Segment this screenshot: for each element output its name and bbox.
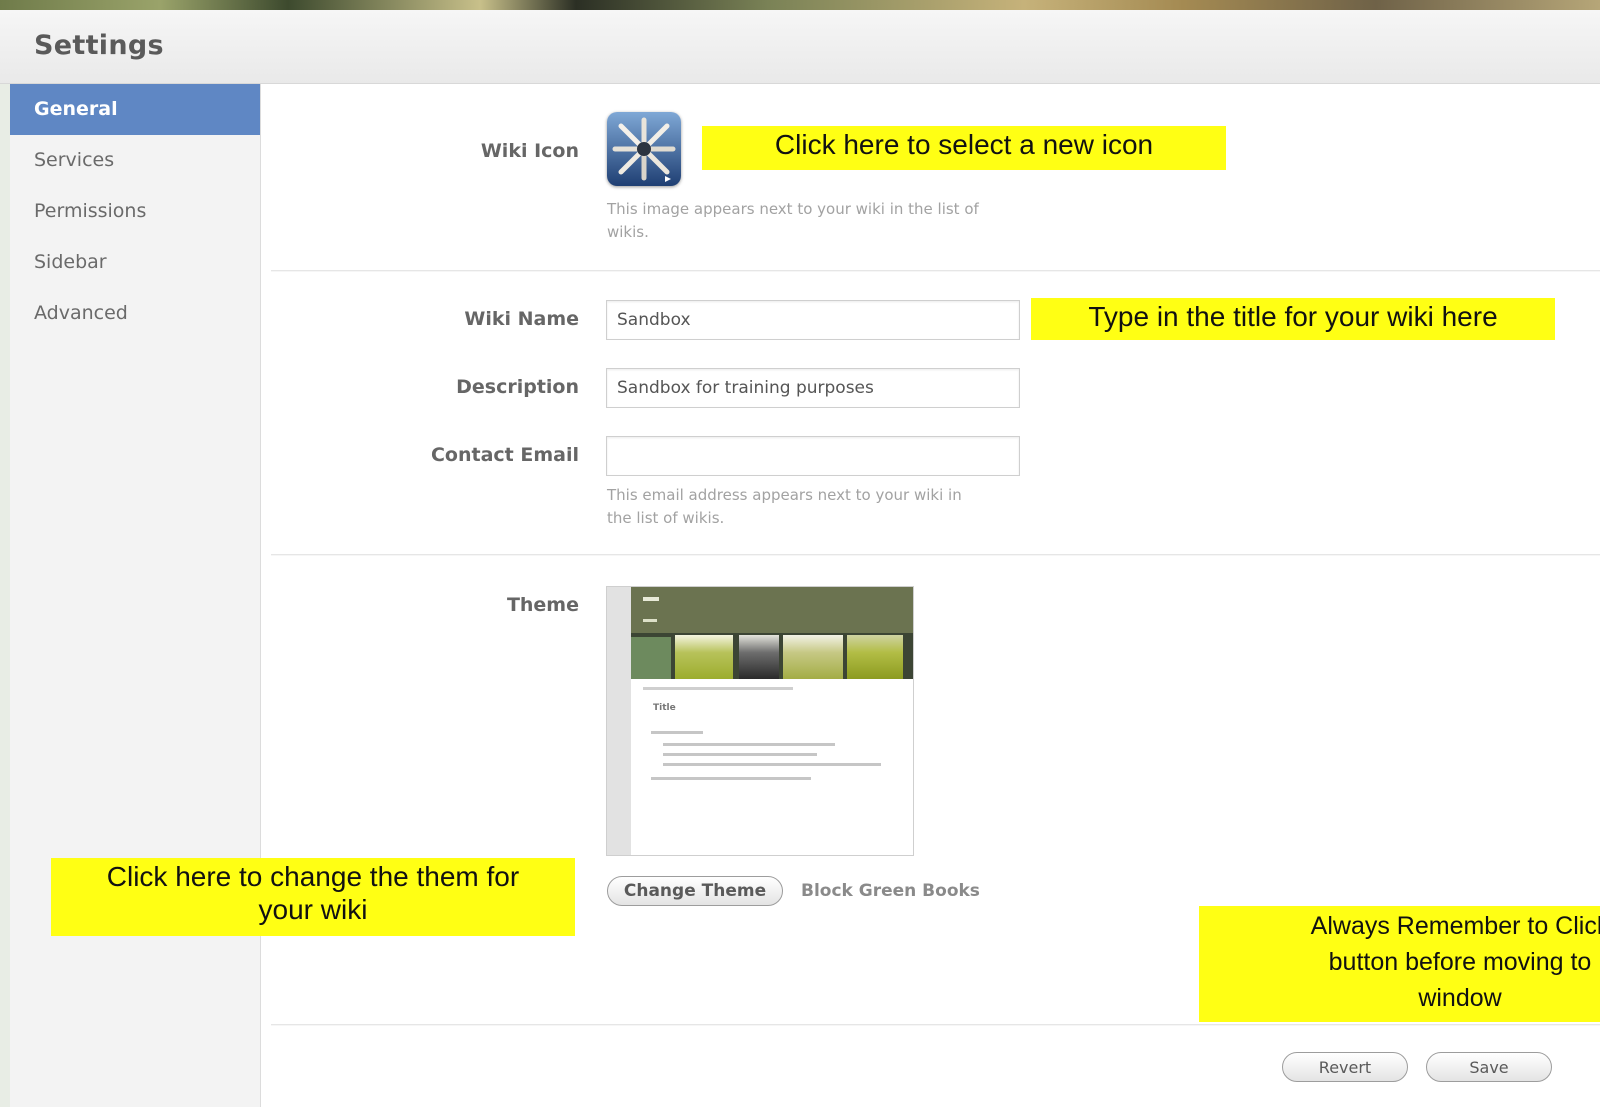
section-divider [271, 1024, 1600, 1026]
theme-preview-sidebar [607, 587, 631, 855]
wiki-name-field[interactable] [606, 300, 1020, 340]
left-edge [0, 84, 10, 1107]
wiki-icon-label: Wiki Icon [480, 140, 579, 162]
settings-sidebar: General Services Permissions Sidebar Adv… [10, 84, 261, 1107]
sidebar-item-general[interactable]: General [10, 84, 260, 135]
revert-button[interactable]: Revert [1282, 1052, 1408, 1082]
contact-email-field[interactable] [606, 436, 1020, 476]
section-divider [271, 270, 1600, 272]
top-banner-strip [0, 0, 1600, 10]
description-field[interactable] [606, 368, 1020, 408]
save-callout-line-2: button before moving to [1328, 948, 1592, 976]
save-button[interactable]: Save [1426, 1052, 1552, 1082]
sidebar-item-sidebar[interactable]: Sidebar [10, 237, 260, 288]
save-callout-line-1: Always Remember to Click [1310, 912, 1600, 940]
theme-label: Theme [506, 594, 579, 616]
icon-callout: Click here to select a new icon [702, 126, 1226, 170]
title-callout: Type in the title for your wiki here [1031, 298, 1555, 340]
theme-preview-header [631, 587, 913, 633]
theme-callout: Click here to change the them for your w… [51, 858, 575, 936]
theme-preview-thumbnail[interactable]: Title [606, 586, 914, 856]
theme-preview-title: Title [653, 703, 676, 713]
current-theme-name: Block Green Books [801, 881, 980, 901]
description-label: Description [456, 376, 579, 398]
section-divider [271, 554, 1600, 556]
sidebar-item-permissions[interactable]: Permissions [10, 186, 260, 237]
theme-preview-page: Title [631, 679, 913, 855]
wiki-name-label: Wiki Name [464, 308, 579, 330]
theme-callout-line-1: Click here to change the them for [106, 861, 520, 892]
theme-callout-line-2: your wiki [258, 894, 368, 925]
wiki-icon-hint: This image appears next to your wiki in … [607, 200, 979, 241]
save-callout-line-3: window [1418, 984, 1502, 1012]
wiki-pencils-icon[interactable] [607, 112, 681, 186]
contact-email-hint: This email address appears next to your … [607, 486, 962, 527]
sidebar-item-services[interactable]: Services [10, 135, 260, 186]
page-title: Settings [34, 30, 164, 61]
sidebar-item-advanced[interactable]: Advanced [10, 288, 260, 339]
save-callout: Always Remember to Click button before m… [1199, 906, 1600, 1022]
change-theme-button[interactable]: Change Theme [607, 876, 783, 906]
theme-preview-books [631, 633, 913, 679]
contact-email-label: Contact Email [430, 444, 579, 466]
settings-header: Settings [0, 10, 1600, 84]
